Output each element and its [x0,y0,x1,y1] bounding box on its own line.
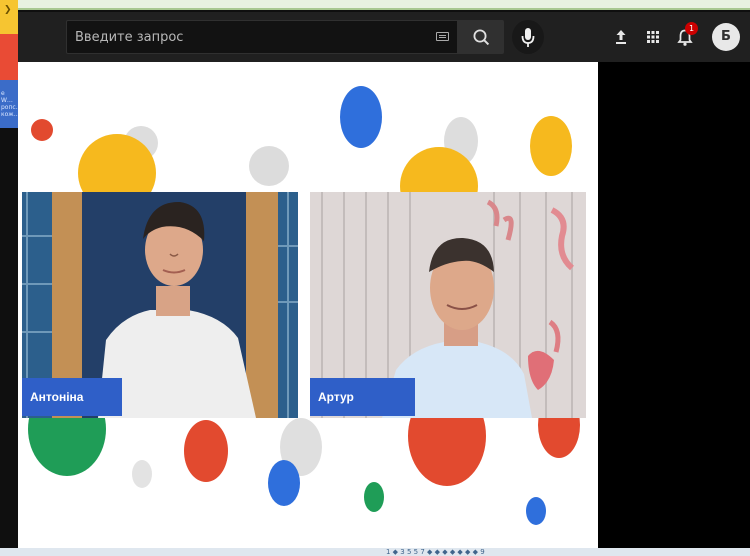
upload-icon [616,30,626,44]
bottom-taskbar-strip [0,548,750,556]
decor-red-dot [184,420,228,482]
apps-icon [647,31,659,43]
participant-tile[interactable]: Антоніна Букач [22,192,298,418]
decor-blue-dot [340,86,382,148]
participant-name-tag: Антоніна Букач [22,378,122,416]
decor-red-dot [31,119,53,141]
apps-button[interactable] [640,24,666,50]
peek-blue-block: е W… ропс… кож… [0,80,18,128]
chevron-right-icon: ❯ [4,5,12,15]
participant-tile[interactable]: Артур Селецкий [310,192,586,418]
search-input[interactable] [67,21,427,53]
search-box [66,20,458,54]
player-right-black-area [598,62,750,556]
peek-red-block [0,34,18,80]
search-icon [473,29,490,46]
participant-name-tag: Артур Селецкий [310,378,415,416]
decor-green-dot [364,482,384,512]
decor-gray-dot [132,460,152,488]
notification-badge: 1 [685,22,698,35]
keyboard-icon[interactable] [436,32,449,41]
browser-top-strip [0,0,750,10]
decor-yellow-dot [530,116,572,176]
microphone-icon [521,28,535,47]
search-button[interactable] [458,20,504,54]
bottom-strip-text: 1 ◆ 3 5 5 7 ◆ ◆ ◆ ◆ ◆ ◆ ◆ 9 [386,548,485,556]
video-stage[interactable]: Антоніна Букач [18,62,598,548]
upload-button[interactable] [608,24,634,50]
avatar[interactable]: Б [712,23,740,51]
decor-blue-dot [268,460,300,506]
decor-blue-dot [526,497,546,525]
left-window-peek: ❯ е W… ропс… кож… [0,0,18,128]
voice-search-button[interactable] [512,20,544,54]
decor-gray-dot [249,146,289,186]
screen: ❯ е W… ропс… кож… [0,0,750,556]
notifications-button[interactable]: 1 [672,22,698,50]
peek-yellow-block: ❯ [0,0,18,34]
top-bar: 1 Б [18,12,750,62]
